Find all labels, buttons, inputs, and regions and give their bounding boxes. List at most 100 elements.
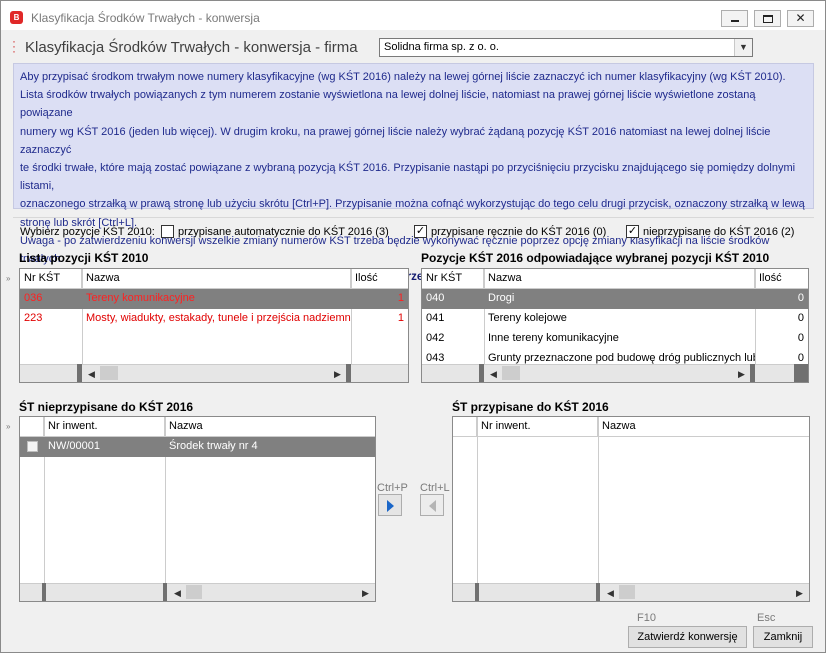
row-select-cell[interactable]: [20, 437, 44, 457]
cell-nr-inwent: NW/00001: [48, 440, 100, 452]
table-row[interactable]: NW/00001 Środek trwały nr 4: [20, 437, 375, 457]
table-row[interactable]: 041 Tereny kolejowe 0: [422, 309, 808, 329]
column-header[interactable]: Nazwa: [484, 269, 755, 289]
assign-button[interactable]: [378, 494, 402, 516]
check-icon[interactable]: ✓: [626, 225, 639, 238]
checkbox-label: przypisane automatycznie do KŚT 2016 (3): [178, 226, 389, 238]
kst2010-grid[interactable]: Nr KŚT Nazwa Ilość 036 Tereny komunikacy…: [19, 268, 409, 383]
cell-nazwa: Inne tereny komunikacyjne: [488, 332, 619, 344]
scroll-right-icon[interactable]: ▶: [796, 588, 803, 599]
column-header[interactable]: Nr inwent.: [44, 417, 165, 437]
scroll-left-icon[interactable]: ◀: [88, 369, 95, 380]
cell-nazwa: Środek trwały nr 4: [169, 440, 258, 452]
scroll-right-icon[interactable]: ▶: [738, 369, 745, 380]
cell-ilosc: 1: [397, 292, 404, 304]
unassigned-grid[interactable]: Nr inwent. Nazwa NW/00001 Środek trwały …: [19, 416, 376, 602]
instruction-line: Lista środków trwałych powiązanych z tym…: [20, 89, 756, 120]
assigned-grid[interactable]: Nr inwent. Nazwa ◀ ▶: [452, 416, 810, 602]
cell-nazwa: Drogi: [488, 292, 515, 304]
column-header[interactable]: Ilość: [351, 269, 408, 289]
column-header[interactable]: Nazwa: [165, 417, 375, 437]
grid-header: Nr KŚT Nazwa Ilość: [422, 269, 808, 289]
arrow-left-icon: [429, 500, 436, 512]
column-header[interactable]: Nr KŚT: [422, 269, 484, 289]
page-title: Klasyfikacja Środków Trwałych - konwersj…: [25, 39, 358, 56]
assign-shortcut-label: Ctrl+P: [377, 482, 408, 494]
row-marker-icon: »: [6, 274, 11, 283]
menu-dots-icon[interactable]: · · ·: [12, 35, 16, 57]
column-header[interactable]: Nazwa: [82, 269, 351, 289]
check-icon[interactable]: ✓: [414, 225, 427, 238]
checkbox-box[interactable]: [161, 225, 174, 238]
cell-nr: 042: [426, 332, 445, 344]
title-bar: B Klasyfikacja Środków Trwałych - konwer…: [1, 1, 825, 31]
scrollbar-thumb[interactable]: [502, 366, 520, 380]
scrollbar-thumb[interactable]: [619, 585, 635, 599]
unassign-shortcut-label: Ctrl+L: [420, 482, 450, 494]
filter-row: Wybierz pozycje KŚT 2010: przypisane aut…: [13, 217, 814, 243]
confirm-key-label: F10: [637, 612, 656, 624]
row-marker-icon: »: [6, 422, 11, 431]
kst2010-title: Lista pozycji KŚT 2010: [19, 251, 149, 265]
unassigned-title: ŚT nieprzypisane do KŚT 2016: [19, 400, 194, 414]
kst2016-grid[interactable]: Nr KŚT Nazwa Ilość 040 Drogi 0 041 Teren…: [421, 268, 809, 383]
select-column-header: [453, 417, 477, 437]
cell-ilosc: 0: [797, 312, 804, 324]
cell-nr: 041: [426, 312, 445, 324]
scroll-right-icon[interactable]: ▶: [334, 369, 341, 380]
scrollbar-thumb[interactable]: [100, 366, 118, 380]
grid-header: Nr KŚT Nazwa Ilość: [20, 269, 408, 289]
app-icon: B: [10, 11, 23, 24]
assigned-title: ŚT przypisane do KŚT 2016: [452, 400, 609, 414]
checkbox-label: nieprzypisane do KŚT 2016 (2): [643, 226, 795, 238]
scrollbar-thumb[interactable]: [186, 585, 202, 599]
close-icon: ✕: [795, 11, 806, 25]
filter-label: Wybierz pozycje KŚT 2010:: [20, 226, 155, 238]
grid-header: Nr inwent. Nazwa: [20, 417, 375, 437]
minimize-icon: [731, 20, 739, 22]
unassign-button[interactable]: [420, 494, 444, 516]
scroll-right-icon[interactable]: ▶: [362, 588, 369, 599]
cell-nazwa: Tereny komunikacyjne: [86, 292, 195, 304]
instruction-line: numery wg KŚT 2016 (jeden lub więcej). W…: [20, 125, 771, 156]
arrow-right-icon: [387, 500, 394, 512]
minimize-button[interactable]: [721, 10, 748, 27]
instruction-line: Aby przypisać środkom trwałym nowe numer…: [20, 71, 786, 83]
table-row[interactable]: 036 Tereny komunikacyjne 1: [20, 289, 408, 309]
table-row[interactable]: 040 Drogi 0: [422, 289, 808, 309]
cell-ilosc: 0: [797, 332, 804, 344]
confirm-conversion-button[interactable]: Zatwierdź konwersję: [628, 626, 747, 648]
chevron-down-icon[interactable]: ▼: [734, 39, 752, 56]
instruction-line: oznaczonego strzałką w prawą stronę lub …: [20, 198, 805, 211]
scroll-left-icon[interactable]: ◀: [174, 588, 181, 599]
column-header[interactable]: Nazwa: [598, 417, 809, 437]
table-row[interactable]: 042 Inne tereny komunikacyjne 0: [422, 329, 808, 349]
cell-ilosc: 1: [397, 312, 404, 324]
window-title: Klasyfikacja Środków Trwałych - konwersj…: [31, 11, 260, 25]
close-window-button[interactable]: ✕: [787, 10, 814, 27]
cell-nazwa: Tereny kolejowe: [488, 312, 567, 324]
conversion-window: B Klasyfikacja Środków Trwałych - konwer…: [0, 0, 826, 653]
maximize-button[interactable]: [754, 10, 781, 27]
cell-nazwa: Mosty, wiadukty, estakady, tunele i prze…: [86, 312, 351, 324]
checkbox-label: przypisane ręcznie do KŚT 2016 (0): [431, 226, 607, 238]
cell-nr: 036: [24, 292, 43, 304]
column-header[interactable]: Nr inwent.: [477, 417, 598, 437]
cell-ilosc: 0: [797, 292, 804, 304]
grid-header: Nr inwent. Nazwa: [453, 417, 809, 437]
cell-nr: 040: [426, 292, 445, 304]
maximize-icon: [763, 15, 773, 23]
column-header[interactable]: Ilość: [755, 269, 808, 289]
close-key-label: Esc: [757, 612, 776, 624]
column-header[interactable]: Nr KŚT: [20, 269, 82, 289]
scroll-left-icon[interactable]: ◀: [490, 369, 497, 380]
table-row[interactable]: 223 Mosty, wiadukty, estakady, tunele i …: [20, 309, 408, 329]
select-column-header: [20, 417, 44, 437]
close-button[interactable]: Zamknij: [753, 626, 813, 648]
company-select[interactable]: Solidna firma sp. z o. o. ▼: [379, 38, 753, 57]
scroll-left-icon[interactable]: ◀: [607, 588, 614, 599]
kst2016-title: Pozycje KŚT 2016 odpowiadające wybranej …: [421, 251, 770, 265]
row-checkbox[interactable]: [27, 441, 38, 452]
cell-nr: 223: [24, 312, 43, 324]
instruction-line: te środki trwałe, które mają zostać powi…: [20, 162, 796, 193]
